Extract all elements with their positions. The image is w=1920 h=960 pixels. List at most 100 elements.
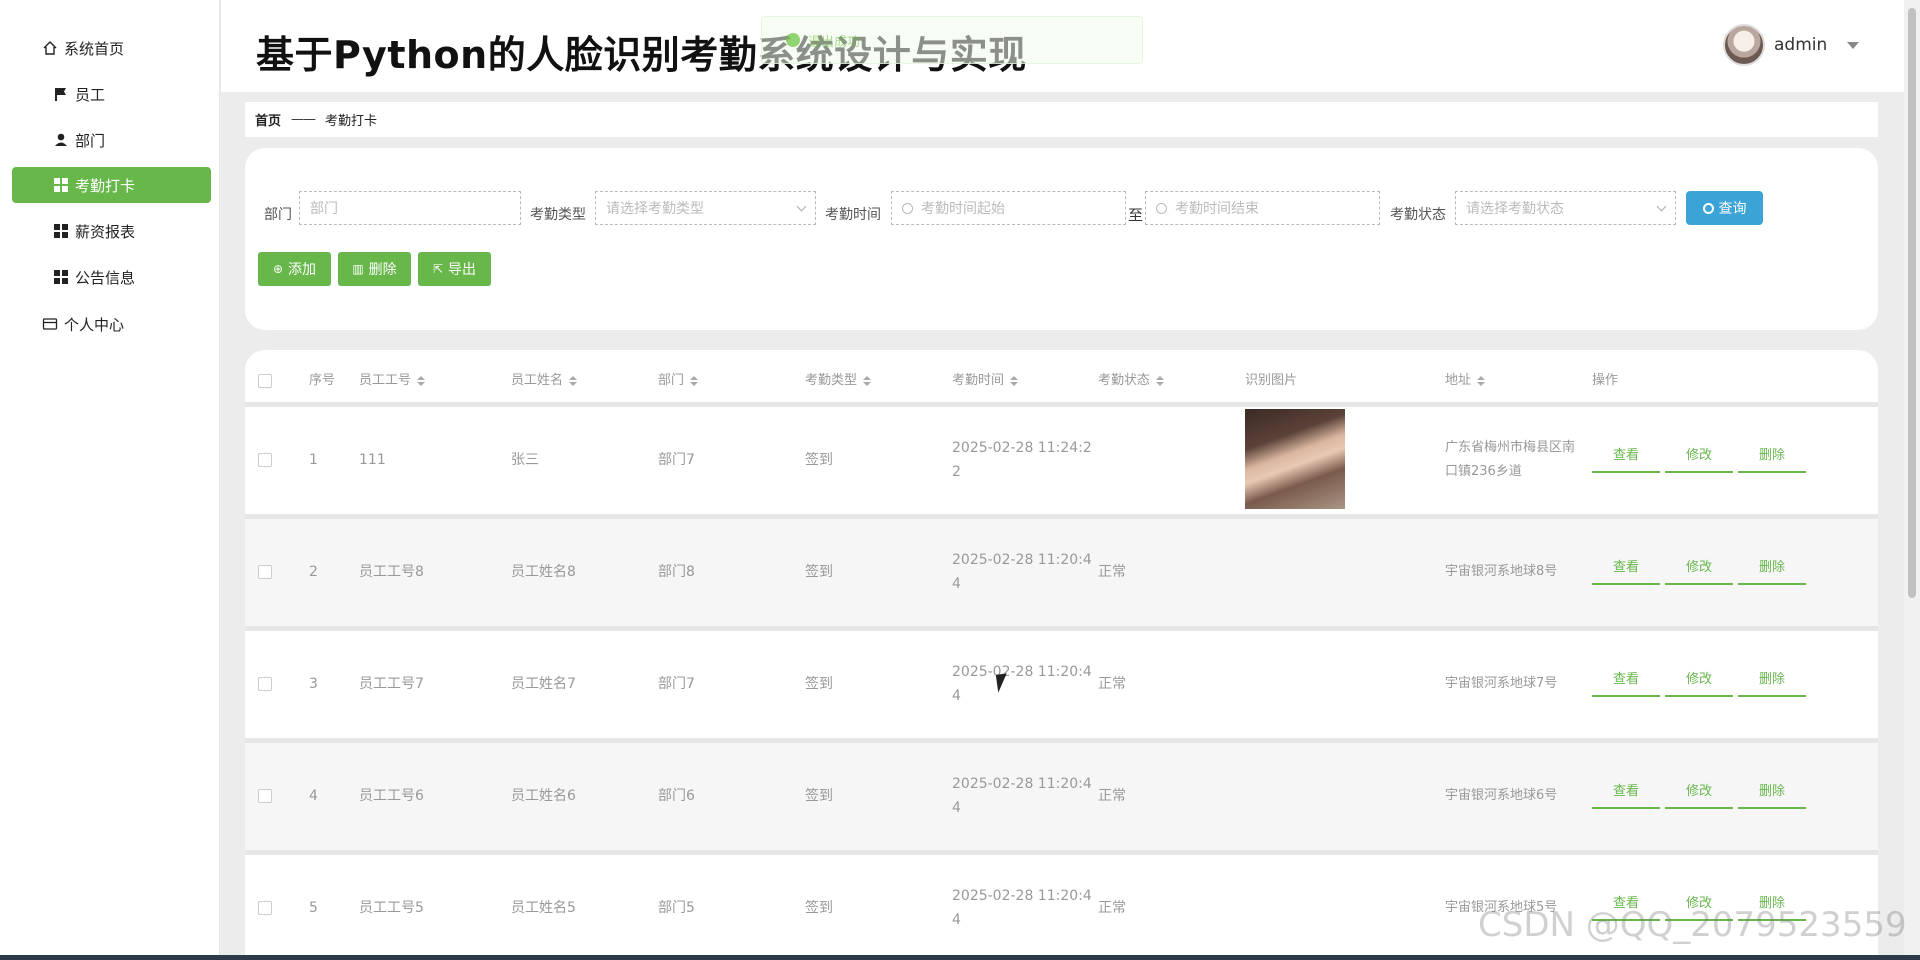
delete-row-button[interactable]: 删除 <box>1738 555 1806 585</box>
view-button[interactable]: 查看 <box>1592 779 1660 809</box>
export-icon: ⇱ <box>432 262 444 276</box>
export-label: 导出 <box>448 262 477 278</box>
top-header: 基于Python的人脸识别考勤系统设计与实现 退出成功 admin <box>221 0 1904 92</box>
query-button[interactable]: 查询 <box>1686 191 1763 225</box>
sidebar-item-department[interactable]: 部门 <box>12 122 211 158</box>
user-name[interactable]: admin <box>1774 35 1827 55</box>
sidebar-item-notice[interactable]: 公告信息 <box>12 259 211 295</box>
time-start-input[interactable]: 考勤时间起始 <box>891 191 1126 225</box>
cell-name: 员工姓名6 <box>511 788 576 804</box>
cell-emp-no: 111 <box>359 452 386 468</box>
search-icon <box>1702 202 1714 214</box>
add-button[interactable]: ⊕ 添加 <box>258 252 331 286</box>
sidebar-item-home[interactable]: 系统首页 <box>12 30 211 66</box>
type-placeholder: 请选择考勤类型 <box>606 201 704 217</box>
cell-status: 正常 <box>1098 900 1126 916</box>
dept-placeholder: 部门 <box>310 201 338 217</box>
sidebar-item-label: 个人中心 <box>64 315 125 334</box>
clock-icon <box>902 202 913 214</box>
edit-button[interactable]: 修改 <box>1665 555 1733 585</box>
plus-circle-icon: ⊕ <box>272 262 284 276</box>
delete-row-button[interactable]: 删除 <box>1738 667 1806 697</box>
vertical-scrollbar[interactable] <box>1904 0 1920 955</box>
cell-no: 1 <box>309 452 318 468</box>
edit-button[interactable]: 修改 <box>1665 667 1733 697</box>
delete-row-button[interactable]: 删除 <box>1738 779 1806 809</box>
col-no: 序号 <box>309 373 336 388</box>
view-button[interactable]: 查看 <box>1592 443 1660 473</box>
breadcrumb-home[interactable]: 首页 <box>255 110 281 129</box>
status-label: 考勤状态 <box>1390 207 1446 223</box>
grid-icon <box>53 223 69 239</box>
sidebar-item-label: 薪资报表 <box>75 222 136 241</box>
table-row[interactable]: 4 员工工号6 员工姓名6 部门6 签到 2025-02-28 11:20:44 正常 宇宙银… <box>245 743 1878 850</box>
sidebar-item-label: 系统首页 <box>64 39 125 58</box>
delete-label: 删除 <box>368 262 397 278</box>
cell-dept: 部门8 <box>658 564 695 580</box>
avatar[interactable] <box>1723 24 1765 66</box>
col-type[interactable]: 考勤类型 <box>805 350 872 402</box>
cell-dept: 部门5 <box>658 900 695 916</box>
cell-no: 3 <box>309 676 318 692</box>
sidebar-item-label: 员工 <box>75 85 106 104</box>
col-dept[interactable]: 部门 <box>658 350 699 402</box>
cell-emp-no: 员工工号5 <box>359 900 424 916</box>
cell-status: 正常 <box>1098 564 1126 580</box>
sidebar-item-attendance[interactable]: 考勤打卡 <box>12 167 211 203</box>
col-photo: 识别图片 <box>1245 373 1298 388</box>
view-button[interactable]: 查看 <box>1592 667 1660 697</box>
export-button[interactable]: ⇱ 导出 <box>418 252 491 286</box>
row-checkbox[interactable] <box>258 453 272 467</box>
col-time[interactable]: 考勤时间 <box>952 350 1019 402</box>
col-emp-no[interactable]: 员工工号 <box>359 350 426 402</box>
edit-button[interactable]: 修改 <box>1665 779 1733 809</box>
sidebar-item-profile[interactable]: 个人中心 <box>12 306 211 342</box>
sort-icon <box>1156 376 1165 386</box>
cell-status: 正常 <box>1098 676 1126 692</box>
row-checkbox[interactable] <box>258 901 272 915</box>
cell-type: 签到 <box>805 676 833 692</box>
dept-label: 部门 <box>264 207 292 223</box>
delete-row-button[interactable]: 删除 <box>1738 443 1806 473</box>
flag-icon <box>53 86 69 102</box>
view-button[interactable]: 查看 <box>1592 555 1660 585</box>
sidebar-item-employee[interactable]: 员工 <box>12 76 211 112</box>
select-all-checkbox[interactable] <box>258 374 272 388</box>
sort-icon <box>863 376 872 386</box>
dept-input[interactable]: 部门 <box>299 191 521 225</box>
recognition-photo[interactable] <box>1245 409 1345 509</box>
clock-icon <box>1156 202 1167 214</box>
cell-name: 员工姓名8 <box>511 564 576 580</box>
row-checkbox[interactable] <box>258 565 272 579</box>
card-icon <box>42 316 58 332</box>
edit-button[interactable]: 修改 <box>1665 443 1733 473</box>
status-placeholder: 请选择考勤状态 <box>1466 201 1564 217</box>
cell-no: 2 <box>309 564 318 580</box>
cell-name: 员工姓名5 <box>511 900 576 916</box>
time-end-input[interactable]: 考勤时间结束 <box>1145 191 1380 225</box>
col-status[interactable]: 考勤状态 <box>1098 350 1165 402</box>
caret-down-icon[interactable] <box>1847 42 1859 49</box>
toast-text: 退出成功 <box>808 34 861 50</box>
sidebar-item-salary[interactable]: 薪资报表 <box>12 213 211 249</box>
scrollbar-thumb[interactable] <box>1908 8 1916 598</box>
row-checkbox[interactable] <box>258 789 272 803</box>
status-select[interactable]: 请选择考勤状态 <box>1455 191 1676 225</box>
type-select[interactable]: 请选择考勤类型 <box>595 191 816 225</box>
cell-time: 2025-02-28 11:20:44 <box>952 888 1092 928</box>
delete-button[interactable]: ▥ 删除 <box>338 252 411 286</box>
table-row[interactable]: 1 111 张三 部门7 签到 2025-02-28 11:24:22 广东省梅州市梅县区南… <box>245 407 1878 514</box>
table-row[interactable]: 2 员工工号8 员工姓名8 部门8 签到 2025-02-28 11:20:44 正常 宇宙银… <box>245 519 1878 626</box>
table-row[interactable]: 3 员工工号7 员工姓名7 部门7 签到 2025-02-28 11:20:44 正常 宇宙银… <box>245 631 1878 738</box>
col-name[interactable]: 员工姓名 <box>511 350 578 402</box>
sort-icon <box>1477 376 1486 386</box>
row-checkbox[interactable] <box>258 677 272 691</box>
sort-icon <box>690 376 699 386</box>
cell-no: 5 <box>309 900 318 916</box>
time-end-placeholder: 考勤时间结束 <box>1175 201 1259 217</box>
home-icon <box>42 40 58 56</box>
col-addr[interactable]: 地址 <box>1445 350 1486 402</box>
col-actions: 操作 <box>1592 373 1619 388</box>
sort-icon <box>569 376 578 386</box>
sidebar-item-label: 公告信息 <box>75 268 136 287</box>
